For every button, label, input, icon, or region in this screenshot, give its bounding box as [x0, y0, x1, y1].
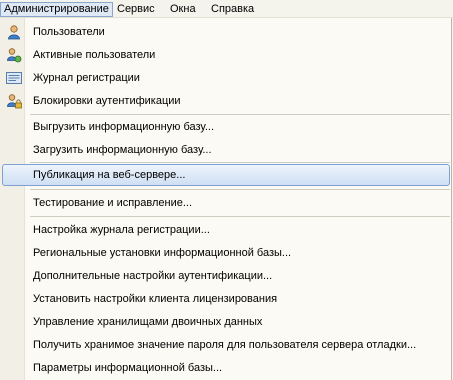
menu-item-label: Настройка журнала регистрации... — [33, 224, 210, 236]
menu-windows[interactable]: Окна — [167, 2, 199, 17]
menu-help[interactable]: Справка — [208, 2, 257, 17]
menu-item-label: Публикация на веб-сервере... — [33, 169, 186, 181]
menu-item-test-and-repair[interactable]: Тестирование и исправление... — [2, 192, 450, 214]
menu-item-label: Управление хранилищами двоичных данных — [33, 316, 263, 328]
log-icon — [6, 70, 22, 86]
menu-item-users[interactable]: Пользователи — [2, 21, 450, 43]
menu-item-label: Пользователи — [33, 26, 105, 38]
menu-service[interactable]: Сервис — [114, 2, 158, 17]
menu-item-export-infobase[interactable]: Выгрузить информационную базу... — [2, 116, 450, 138]
menu-item-event-log[interactable]: Журнал регистрации — [2, 67, 450, 89]
menu-bar: Администрирование Сервис Окна Справка — [0, 0, 453, 18]
separator — [30, 189, 450, 190]
menu-item-label: Активные пользователи — [33, 49, 156, 61]
menu-item-binary-storage[interactable]: Управление хранилищами двоичных данных — [2, 311, 450, 333]
separator — [30, 114, 450, 115]
menu-item-label: Выгрузить информационную базу... — [33, 121, 214, 133]
menu-item-label: Журнал регистрации — [33, 72, 140, 84]
menu-item-label: Получить хранимое значение пароля для по… — [33, 339, 417, 351]
menu-item-infobase-parameters[interactable]: Параметры информационной базы... — [2, 357, 450, 379]
menu-item-extra-auth-settings[interactable]: Дополнительные настройки аутентификации.… — [2, 265, 450, 287]
auth-lock-icon — [6, 93, 22, 109]
menu-item-label: Установить настройки клиента лицензирова… — [33, 293, 278, 305]
administration-dropdown: Пользователи Активные пользователи Журна… — [0, 18, 452, 380]
menu-item-regional-settings[interactable]: Региональные установки информационной ба… — [2, 242, 450, 264]
menu-item-licensing-client[interactable]: Установить настройки клиента лицензирова… — [2, 288, 450, 310]
menu-administration[interactable]: Администрирование — [0, 2, 113, 17]
menu-item-label: Региональные установки информационной ба… — [33, 247, 292, 259]
menu-item-label: Блокировки аутентификации — [33, 95, 181, 107]
menu-item-debug-server-password[interactable]: Получить хранимое значение пароля для по… — [2, 334, 450, 356]
menu-item-label: Загрузить информационную базу... — [33, 144, 212, 156]
menu-item-active-users[interactable]: Активные пользователи — [2, 44, 450, 66]
user-icon — [6, 24, 22, 40]
separator — [30, 216, 450, 217]
menu-item-web-publication[interactable]: Публикация на веб-сервере... — [2, 164, 450, 186]
menu-item-auth-locks[interactable]: Блокировки аутентификации — [2, 90, 450, 112]
menu-item-label: Параметры информационной базы... — [33, 362, 223, 374]
menu-item-import-infobase[interactable]: Загрузить информационную базу... — [2, 139, 450, 161]
active-users-icon — [6, 47, 22, 63]
separator — [30, 162, 450, 163]
menu-item-label: Дополнительные настройки аутентификации.… — [33, 270, 273, 282]
menu-item-label: Тестирование и исправление... — [33, 197, 193, 209]
menu-item-log-settings[interactable]: Настройка журнала регистрации... — [2, 219, 450, 241]
